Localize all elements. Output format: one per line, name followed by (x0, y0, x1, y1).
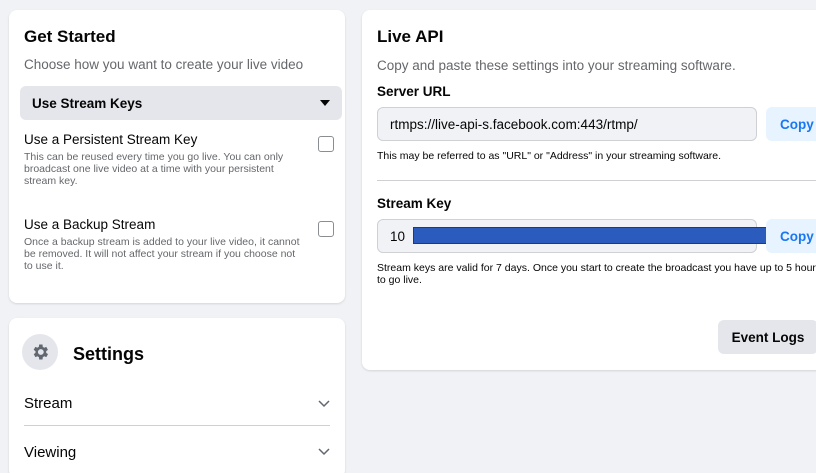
redaction-bar (413, 227, 773, 244)
dropdown-selected-label: Use Stream Keys (32, 95, 143, 111)
settings-title: Settings (73, 344, 145, 364)
get-started-card: Get Started Choose how you want to creat… (9, 10, 345, 303)
stream-key-hint: Stream keys are valid for 7 days. Once y… (377, 262, 816, 286)
copy-server-url-button[interactable]: Copy (766, 107, 816, 141)
option-title: Use a Backup Stream (24, 217, 156, 232)
option-title: Use a Persistent Stream Key (24, 132, 198, 147)
section-label: Stream (24, 395, 73, 412)
get-started-subtitle: Choose how you want to create your live … (24, 57, 304, 72)
live-api-card: Live API Copy and paste these settings i… (362, 10, 816, 370)
server-url-field[interactable]: rtmps://live-api-s.facebook.com:443/rtmp… (377, 107, 757, 141)
gear-icon (22, 334, 58, 370)
section-label: Viewing (24, 443, 77, 461)
persistent-key-checkbox[interactable] (318, 136, 334, 152)
server-url-label: Server URL (377, 84, 451, 99)
live-api-title: Live API (377, 27, 444, 46)
stream-method-dropdown[interactable]: Use Stream Keys (20, 86, 342, 120)
event-logs-button[interactable]: Event Logs (718, 320, 816, 354)
divider (377, 180, 816, 181)
stream-key-field[interactable]: 10 (377, 219, 773, 253)
option-persistent-stream-key: Use a Persistent Stream Key This can be … (24, 132, 334, 187)
option-description: This can be reused every time you go liv… (24, 151, 284, 187)
live-api-subtitle: Copy and paste these settings into your … (377, 58, 736, 73)
settings-section-stream[interactable]: Stream (24, 382, 330, 426)
settings-card: Settings Stream Viewing (9, 318, 345, 473)
server-url-value: rtmps://live-api-s.facebook.com:443/rtmp… (390, 116, 638, 132)
backup-stream-checkbox[interactable] (318, 221, 334, 237)
option-backup-stream: Use a Backup Stream Once a backup stream… (24, 217, 334, 272)
caret-down-icon (320, 100, 330, 106)
chevron-down-icon (318, 448, 330, 456)
copy-stream-key-button[interactable]: Copy (766, 219, 816, 253)
get-started-title: Get Started (24, 27, 116, 46)
server-url-hint: This may be referred to as "URL" or "Add… (377, 150, 722, 162)
settings-section-viewing[interactable]: Viewing (24, 430, 330, 473)
stream-key-label: Stream Key (377, 196, 452, 211)
chevron-down-icon (318, 399, 330, 407)
option-description: Once a backup stream is added to your li… (24, 236, 300, 272)
stream-key-value: 10 (390, 228, 406, 244)
